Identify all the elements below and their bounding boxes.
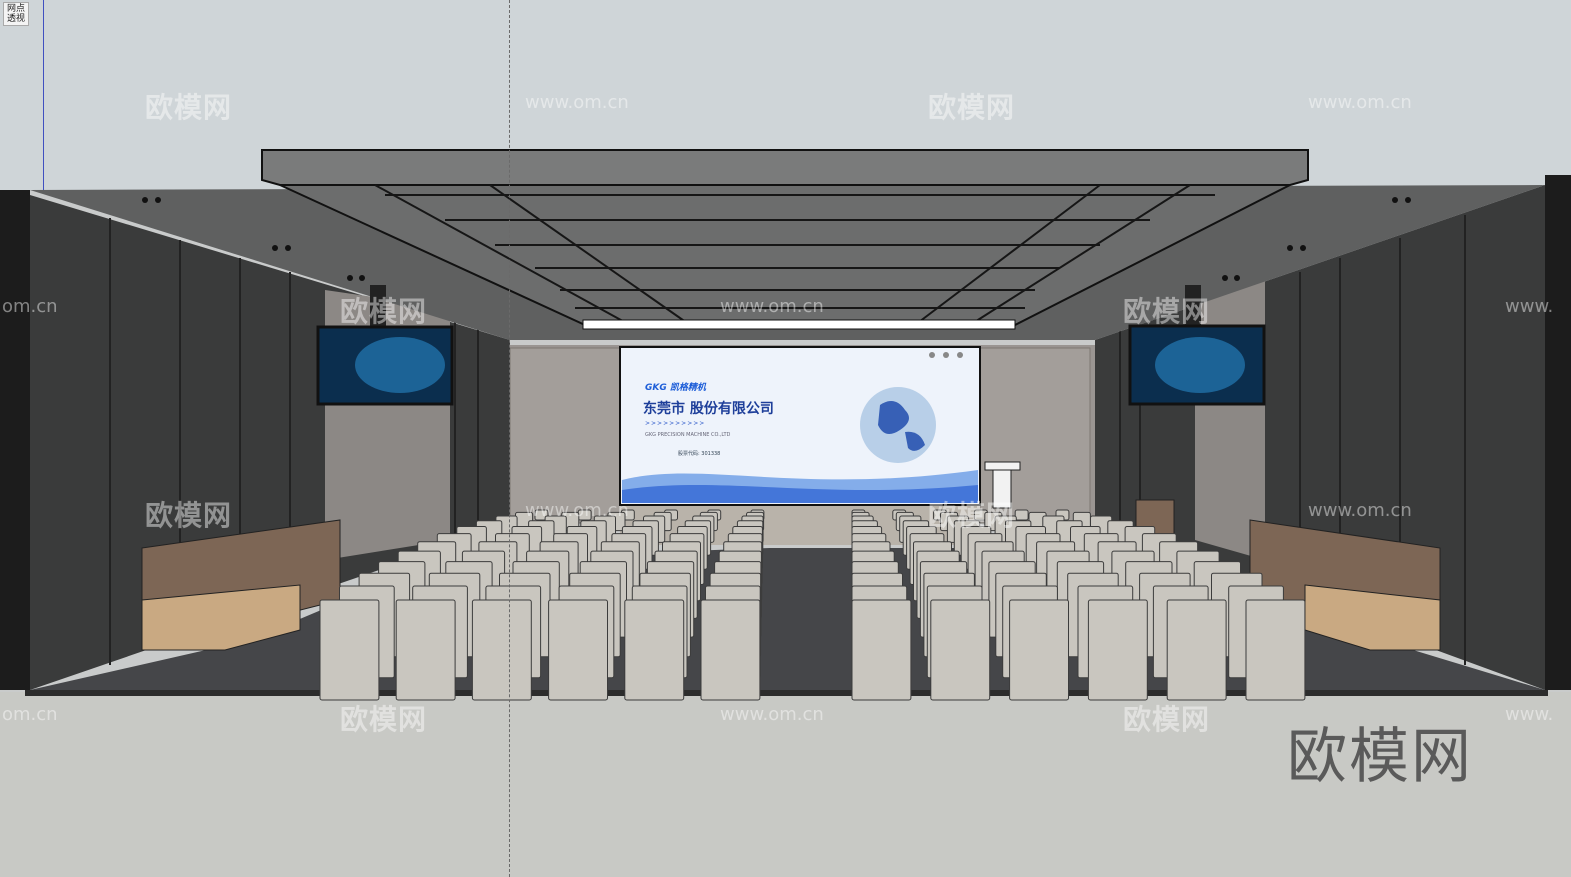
screen-footer: 股票代码: 301338 bbox=[678, 451, 721, 457]
chair bbox=[548, 599, 608, 701]
watermark-url: www.om.cn bbox=[1308, 92, 1412, 113]
watermark-url-partial: om.cn bbox=[2, 296, 58, 317]
ceiling-bulkhead bbox=[261, 149, 1309, 186]
back-wall-panel-left bbox=[509, 347, 621, 524]
axis-line-blue bbox=[43, 0, 44, 190]
watermark-url-partial: om.cn bbox=[2, 704, 58, 725]
chair bbox=[930, 599, 991, 701]
watermark-brand: 欧模网 bbox=[1123, 703, 1211, 736]
chair bbox=[1087, 599, 1148, 701]
camera-mode-text: 网点 透视 bbox=[7, 4, 26, 24]
chair bbox=[700, 599, 761, 701]
watermark-url: www.om.cn bbox=[720, 704, 824, 725]
site-logo: 欧模网 bbox=[1287, 722, 1473, 792]
watermark-url: www.om.cn bbox=[720, 296, 824, 317]
floor-edge bbox=[25, 690, 1548, 696]
watermark-url: www.om.cn bbox=[525, 500, 629, 521]
ceiling-light-strip bbox=[582, 319, 1016, 330]
watermark-brand: 欧模网 bbox=[928, 91, 1016, 124]
left-wall-edge bbox=[0, 190, 30, 690]
watermark-brand: 欧模网 bbox=[145, 499, 233, 532]
screen-subtitle: GKG PRECISION MACHINE CO.,LTD bbox=[645, 432, 731, 438]
watermark-brand: 欧模网 bbox=[1123, 295, 1211, 328]
watermark-brand: 欧模网 bbox=[145, 91, 233, 124]
chair bbox=[471, 599, 532, 701]
chair bbox=[624, 599, 685, 701]
watermark-brand: 欧模网 bbox=[928, 499, 1016, 532]
watermark-url: www.om.cn bbox=[1308, 500, 1412, 521]
watermark-url-partial: www. bbox=[1505, 704, 1554, 725]
chair bbox=[851, 599, 912, 701]
guide-line-vertical bbox=[509, 0, 510, 877]
chair bbox=[1014, 509, 1029, 521]
chair bbox=[395, 599, 456, 701]
watermark-brand: 欧模网 bbox=[340, 703, 428, 736]
screen-brand: GKG 凯格精机 bbox=[645, 383, 706, 393]
chair bbox=[319, 599, 380, 701]
chair bbox=[1009, 599, 1069, 701]
watermark-url: www.om.cn bbox=[525, 92, 629, 113]
watermark-brand: 欧模网 bbox=[340, 295, 428, 328]
camera-mode-label[interactable]: 网点 透视 bbox=[3, 2, 30, 26]
lectern bbox=[984, 461, 1021, 471]
screen-company-name: 东莞市 股份有限公司 bbox=[643, 401, 774, 417]
chair bbox=[1166, 599, 1227, 701]
screen-arrows: >>>>>>>>>> bbox=[645, 420, 706, 427]
watermark-url-partial: www. bbox=[1505, 296, 1554, 317]
chair bbox=[1245, 599, 1306, 701]
right-wall-edge bbox=[1545, 175, 1571, 690]
sketchup-viewport[interactable]: 网点 透视 GKG 凯格精机 东莞市 股份有限公司 >>>>>>>>>> GKG… bbox=[0, 0, 1571, 877]
